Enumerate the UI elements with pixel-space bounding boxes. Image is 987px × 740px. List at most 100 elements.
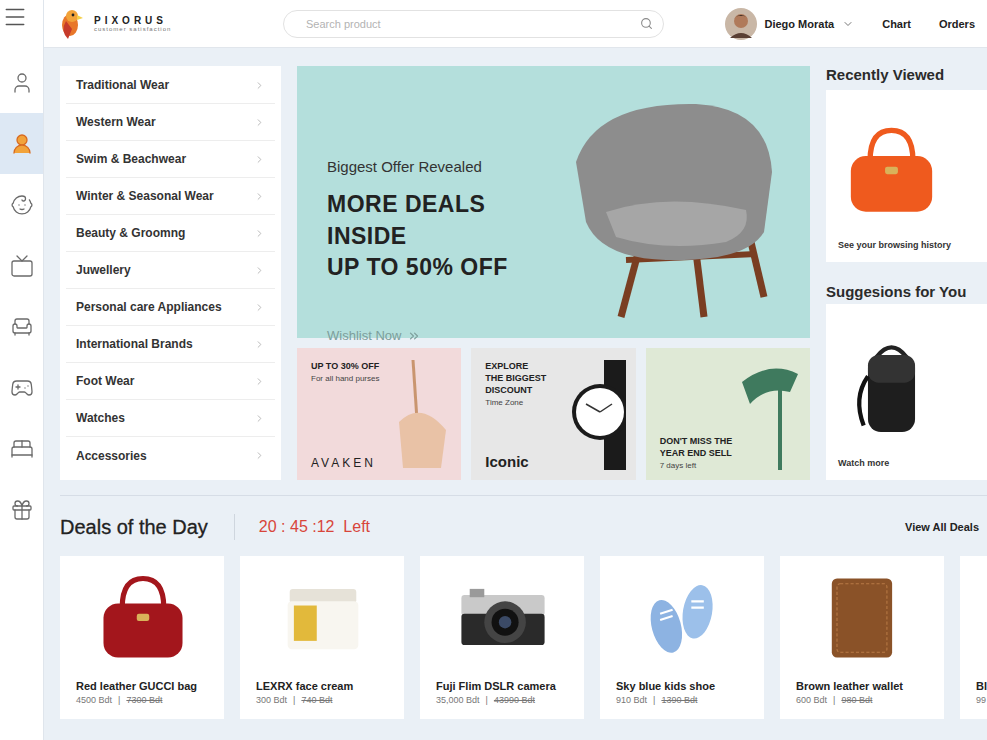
category-item[interactable]: Western Wear (66, 104, 275, 141)
deal-prices: 99 (976, 695, 987, 705)
old-price: 7300 Bdt (126, 695, 162, 705)
rail-item[interactable] (0, 296, 43, 357)
hero-banner[interactable]: Biggest Offer RevealedMORE DEALS INSIDEU… (297, 66, 810, 338)
header-link[interactable]: Chart (882, 18, 911, 30)
chevron-right-icon (254, 117, 265, 128)
main: PIXORUScustomer satisfaction Diego Morata… (44, 0, 987, 740)
deal-prices: 300 Bdt|740 Bdt (256, 695, 390, 705)
chevron-right-icon (254, 191, 265, 202)
user-name[interactable]: Diego Morata (765, 18, 835, 30)
category-item[interactable]: Personal care Appliances (66, 289, 275, 326)
rail-item[interactable] (0, 235, 43, 296)
section-divider (60, 495, 987, 496)
promo-title: EXPLORETHE BIGGESTDISCOUNT (485, 360, 561, 396)
double-chevron-icon[interactable] (407, 329, 421, 343)
watch-image (566, 360, 626, 470)
recently-viewed-card[interactable]: See your browsing history (826, 90, 987, 262)
chevron-right-icon (254, 154, 265, 165)
orange-bag-image (838, 116, 945, 226)
menu-button[interactable] (0, 0, 43, 52)
search-input[interactable] (304, 17, 640, 31)
parrot-logo-icon (56, 7, 86, 41)
deal-card[interactable]: LEXRX face cream 300 Bdt|740 Bdt (240, 556, 404, 719)
suggestions-card[interactable]: Watch more (826, 304, 987, 480)
category-item[interactable]: Watches (66, 400, 275, 437)
right-column: Recently Viewed See your browsing history… (826, 66, 987, 480)
recently-viewed-title: Recently Viewed (826, 66, 987, 88)
handbag-image (91, 566, 195, 670)
promo-brand: AVAKEN (311, 456, 387, 470)
hamburger-icon[interactable] (2, 4, 28, 30)
view-all-link[interactable]: View All Deals (905, 521, 979, 533)
deal-name: LEXRX face cream (256, 680, 390, 692)
category-item[interactable]: Swim & Beachwear (66, 141, 275, 178)
deal-card[interactable]: Red leather GUCCI bag 4500 Bdt|7300 Bdt (60, 556, 224, 719)
category-item[interactable]: Juwellery (66, 252, 275, 289)
category-item[interactable]: Accessories (66, 437, 275, 474)
deals-row: Red leather GUCCI bag 4500 Bdt|7300 Bdt LE… (60, 556, 987, 719)
category-item[interactable]: Traditional Wear (66, 67, 275, 104)
top-bar: PIXORUScustomer satisfaction Diego Morata… (44, 0, 987, 48)
recently-viewed-caption[interactable]: See your browsing history (838, 240, 975, 250)
rail-item[interactable] (0, 174, 43, 235)
promo-card[interactable]: DON'T MISS THEYEAR END SELL7 days left (646, 348, 810, 480)
chevron-right-icon (254, 376, 265, 387)
user-avatar[interactable] (725, 8, 757, 40)
deal-name: Brown leather wallet (796, 680, 930, 692)
deal-card[interactable]: Fuji Flim DSLR camera35,000 Bdt|43990 Bd… (420, 556, 584, 719)
deal-card[interactable]: Brown leather wallet600 Bdt|980 Bdt (780, 556, 944, 719)
cream-image (271, 566, 375, 670)
chevron-right-icon (254, 302, 265, 313)
promo-subtitle: For all hand purses (311, 374, 387, 383)
deal-prices: 910 Bdt|1390 Bdt (616, 695, 750, 705)
promo-card[interactable]: EXPLORETHE BIGGESTDISCOUNTTime ZoneIconi… (471, 348, 635, 480)
category-item[interactable]: International Brands (66, 326, 275, 363)
woman-icon[interactable] (10, 132, 34, 156)
rail-item[interactable] (0, 52, 43, 113)
chevron-right-icon (254, 228, 265, 239)
old-price: 1390 Bdt (661, 695, 697, 705)
logo-name: PIXORUS (94, 15, 171, 26)
deal-card[interactable]: Bl 99 (960, 556, 987, 719)
logo[interactable]: PIXORUScustomer satisfaction (56, 7, 283, 41)
kid-icon[interactable] (10, 193, 34, 217)
deal-prices: 4500 Bdt|7300 Bdt (76, 695, 210, 705)
tv-icon[interactable] (10, 254, 34, 278)
rail-item[interactable] (0, 479, 43, 540)
promo-card[interactable]: UP TO 30% OFF For all hand purses AVAKEN (297, 348, 461, 480)
logo-tagline: customer satisfaction (94, 26, 171, 33)
backpack-image (838, 327, 945, 447)
camera-image (451, 566, 555, 670)
deal-card[interactable]: Sky blue kids shoe910 Bdt|1390 Bdt (600, 556, 764, 719)
header-link[interactable]: Orders (939, 18, 975, 30)
deal-name: Red leather GUCCI bag (76, 680, 210, 692)
user-menu[interactable]: Diego Morata (725, 8, 855, 40)
category-item[interactable]: Winter & Seasonal Wear (66, 178, 275, 215)
search-icon[interactable] (640, 17, 653, 30)
armchair-icon[interactable] (10, 315, 34, 339)
chevron-right-icon (254, 339, 265, 350)
category-item[interactable]: Beauty & Groomng (66, 215, 275, 252)
wishlist-link[interactable]: Wishlist Now (327, 328, 546, 343)
gamepad-icon[interactable] (10, 376, 34, 400)
deals-header: Deals of the Day20 : 45 :12 LeftView All… (60, 514, 987, 540)
rail-item[interactable] (0, 113, 43, 174)
hero-headline: MORE DEALS INSIDEUP TO 50% OFF (327, 189, 546, 284)
lamp-image (740, 360, 800, 470)
suggestions-caption[interactable]: Watch more (838, 458, 975, 468)
chevron-right-icon (254, 413, 265, 424)
bed-icon[interactable] (10, 437, 34, 461)
chevron-down-icon[interactable] (842, 18, 854, 30)
category-menu: Traditional WearWestern WearSwim & Beach… (60, 66, 281, 480)
chair-image (546, 92, 786, 322)
promo-title: UP TO 30% OFF (311, 360, 387, 372)
person-icon[interactable] (10, 71, 34, 95)
deals-title: Deals of the Day (60, 516, 208, 539)
chevron-right-icon (254, 450, 265, 461)
rail-item[interactable] (0, 418, 43, 479)
gift-icon[interactable] (10, 498, 34, 522)
rail-item[interactable] (0, 357, 43, 418)
center-column: Biggest Offer RevealedMORE DEALS INSIDEU… (297, 66, 810, 480)
deal-name: Bl (976, 680, 987, 692)
category-item[interactable]: Foot Wear (66, 363, 275, 400)
